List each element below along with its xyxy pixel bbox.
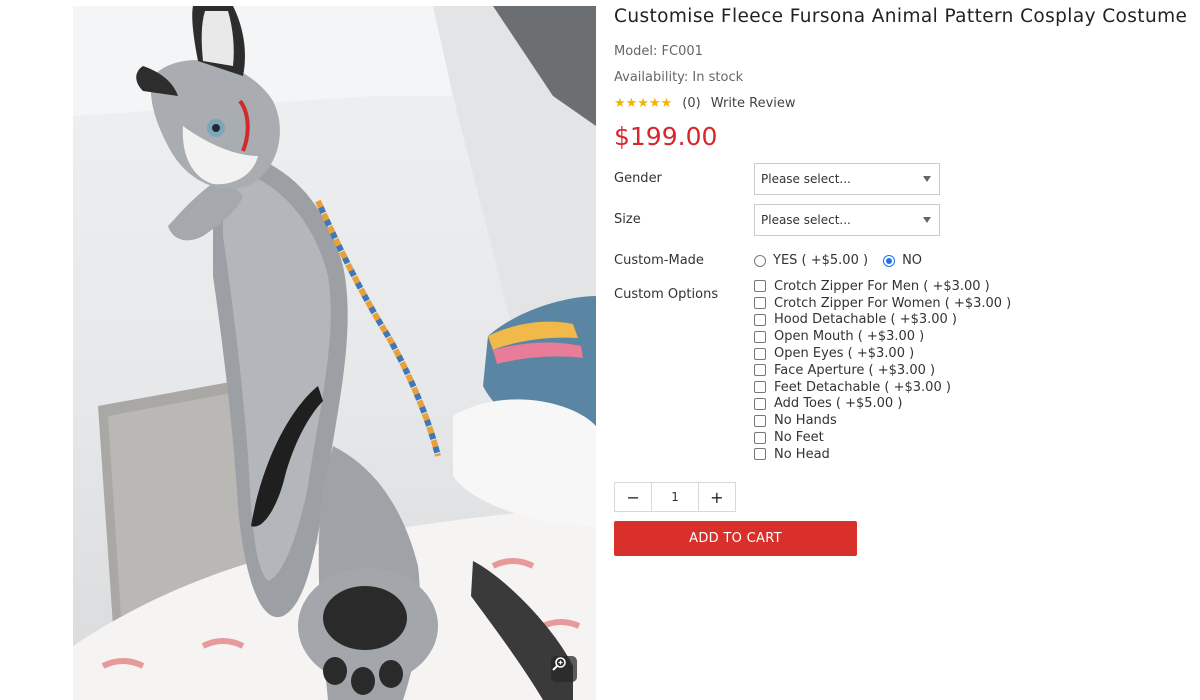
star-rating-icon: ★★★★★ [614, 95, 673, 111]
review-count: (0) [682, 95, 701, 111]
custom-option-item[interactable]: Add Toes ( +$5.00 ) [754, 396, 1011, 413]
custom-made-yes-radio[interactable] [754, 254, 766, 267]
custom-made-no-label: NO [902, 253, 923, 268]
custom-option-item[interactable]: No Head [754, 446, 1011, 463]
product-title: Customise Fleece Fursona Animal Pattern … [614, 6, 1188, 27]
option-label: No Head [774, 446, 830, 462]
custom-made-radio-group: YES ( +$5.00 ) NO [754, 253, 922, 268]
quantity-stepper: − 1 + [614, 482, 736, 512]
option-checkbox[interactable] [754, 364, 766, 377]
product-model: Model: FC001 [614, 44, 703, 59]
chevron-down-icon [923, 176, 931, 182]
size-label: Size [614, 212, 641, 227]
fursuit-illustration [73, 6, 596, 700]
custom-options-list: Crotch Zipper For Men ( +$3.00 ) Crotch … [754, 278, 1011, 463]
quantity-decrease-button[interactable]: − [615, 483, 651, 511]
option-checkbox[interactable] [754, 297, 766, 310]
option-label: Add Toes ( +$5.00 ) [774, 396, 903, 412]
size-select-value: Please select... [761, 213, 851, 227]
custom-option-item[interactable]: Crotch Zipper For Men ( +$3.00 ) [754, 278, 1011, 295]
option-checkbox[interactable] [754, 381, 766, 394]
option-checkbox[interactable] [754, 448, 766, 461]
option-checkbox[interactable] [754, 313, 766, 326]
option-label: No Feet [774, 430, 824, 446]
option-checkbox[interactable] [754, 414, 766, 427]
custom-option-item[interactable]: Open Mouth ( +$3.00 ) [754, 328, 1011, 345]
product-photo[interactable] [73, 6, 596, 700]
option-checkbox[interactable] [754, 280, 766, 293]
custom-option-item[interactable]: Feet Detachable ( +$3.00 ) [754, 379, 1011, 396]
custom-option-item[interactable]: Open Eyes ( +$3.00 ) [754, 345, 1011, 362]
gender-select[interactable]: Please select... [754, 163, 940, 195]
write-review-link[interactable]: Write Review [711, 96, 796, 111]
custom-option-item[interactable]: Face Aperture ( +$3.00 ) [754, 362, 1011, 379]
size-select[interactable]: Please select... [754, 204, 940, 236]
chevron-down-icon [923, 217, 931, 223]
custom-option-item[interactable]: Hood Detachable ( +$3.00 ) [754, 312, 1011, 329]
custom-options-label: Custom Options [614, 287, 719, 302]
add-to-cart-button[interactable]: ADD TO CART [614, 521, 857, 556]
rating-row: ★★★★★ (0) Write Review [614, 94, 796, 112]
quantity-input[interactable]: 1 [651, 483, 699, 511]
option-label: Open Eyes ( +$3.00 ) [774, 346, 915, 362]
custom-made-label: Custom-Made [614, 253, 704, 268]
option-label: Crotch Zipper For Men ( +$3.00 ) [774, 278, 990, 294]
gender-label: Gender [614, 171, 662, 186]
option-label: Open Mouth ( +$3.00 ) [774, 329, 925, 345]
option-label: Crotch Zipper For Women ( +$3.00 ) [774, 295, 1012, 311]
option-checkbox[interactable] [754, 431, 766, 444]
quantity-increase-button[interactable]: + [699, 483, 735, 511]
option-label: Face Aperture ( +$3.00 ) [774, 362, 936, 378]
custom-made-yes-label: YES ( +$5.00 ) [773, 253, 869, 268]
gender-select-value: Please select... [761, 172, 851, 186]
option-label: No Hands [774, 413, 837, 429]
custom-made-no-radio[interactable] [883, 254, 896, 267]
product-price: $199.00 [614, 122, 718, 151]
custom-option-item[interactable]: No Hands [754, 412, 1011, 429]
product-availability: Availability: In stock [614, 70, 744, 85]
option-label: Hood Detachable ( +$3.00 ) [774, 312, 958, 328]
custom-option-item[interactable]: No Feet [754, 429, 1011, 446]
custom-option-item[interactable]: Crotch Zipper For Women ( +$3.00 ) [754, 295, 1011, 312]
option-checkbox[interactable] [754, 397, 766, 410]
option-checkbox[interactable] [754, 330, 766, 343]
option-label: Feet Detachable ( +$3.00 ) [774, 379, 951, 395]
option-checkbox[interactable] [754, 347, 766, 360]
zoom-in-icon[interactable] [551, 656, 577, 682]
